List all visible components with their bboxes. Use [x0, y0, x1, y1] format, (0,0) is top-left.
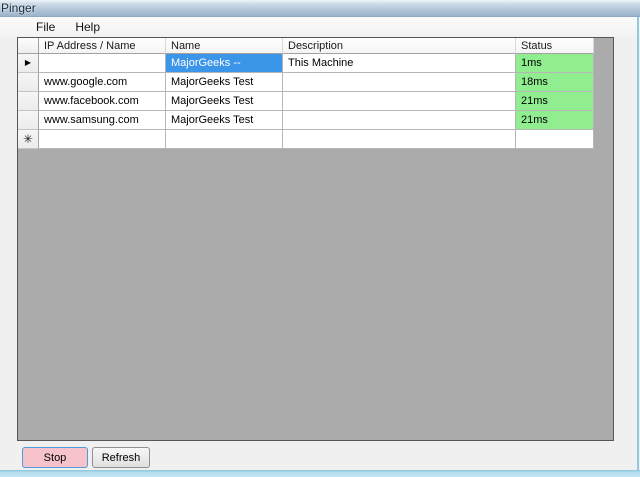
row-header-cell[interactable] — [18, 73, 39, 92]
cell-description[interactable] — [283, 130, 516, 149]
window-border-bottom — [0, 470, 640, 477]
cell-ip-address[interactable]: www.google.com — [39, 73, 166, 92]
cell-description[interactable] — [283, 111, 516, 130]
row-header-cell[interactable]: ✳ — [18, 130, 39, 149]
window-title: Pinger — [1, 1, 36, 15]
menubar: File Help — [0, 17, 640, 37]
table-row[interactable]: www.samsung.com MajorGeeks Test 21ms — [18, 111, 613, 130]
cell-name[interactable]: MajorGeeks Test — [166, 92, 283, 111]
table-row[interactable]: www.facebook.com MajorGeeks Test 21ms — [18, 92, 613, 111]
row-header-cell[interactable]: ▶ — [18, 54, 39, 73]
menu-help[interactable]: Help — [65, 18, 110, 36]
cell-ip-address[interactable] — [39, 130, 166, 149]
cell-ip-address[interactable]: www.samsung.com — [39, 111, 166, 130]
grid-rows: ▶ MajorGeeks -- This Machine 1ms www.goo… — [18, 54, 613, 149]
grid-header-row: IP Address / Name Name Description Statu… — [18, 38, 613, 54]
pinger-window: Pinger File Help IP Address / Name Name … — [0, 0, 640, 477]
table-row[interactable]: ▶ MajorGeeks -- This Machine 1ms — [18, 54, 613, 73]
cell-status: 1ms — [516, 54, 594, 73]
column-header-name[interactable]: Name — [166, 38, 283, 54]
stop-button[interactable]: Stop — [22, 447, 88, 468]
grid-corner-cell[interactable] — [18, 38, 39, 54]
cell-status: 21ms — [516, 111, 594, 130]
cell-ip-address[interactable]: www.facebook.com — [39, 92, 166, 111]
cell-description[interactable]: This Machine — [283, 54, 516, 73]
table-row[interactable]: www.google.com MajorGeeks Test 18ms — [18, 73, 613, 92]
window-border-right — [637, 17, 639, 470]
cell-status — [516, 130, 594, 149]
table-row[interactable]: ✳ — [18, 130, 613, 149]
current-row-marker-icon: ▶ — [24, 58, 32, 67]
cell-ip-address[interactable] — [39, 54, 166, 73]
cell-status: 18ms — [516, 73, 594, 92]
ping-grid: IP Address / Name Name Description Statu… — [17, 37, 614, 441]
column-header-ip[interactable]: IP Address / Name — [39, 38, 166, 54]
row-header-cell[interactable] — [18, 111, 39, 130]
cell-description[interactable] — [283, 73, 516, 92]
cell-status: 21ms — [516, 92, 594, 111]
menu-file[interactable]: File — [26, 18, 65, 36]
refresh-button[interactable]: Refresh — [92, 447, 150, 468]
cell-name[interactable]: MajorGeeks Test — [166, 73, 283, 92]
cell-name[interactable] — [166, 130, 283, 149]
cell-description[interactable] — [283, 92, 516, 111]
row-header-cell[interactable] — [18, 92, 39, 111]
titlebar[interactable]: Pinger — [0, 0, 640, 17]
cell-name[interactable]: MajorGeeks Test — [166, 111, 283, 130]
cell-name[interactable]: MajorGeeks -- — [166, 54, 283, 73]
new-row-marker-icon: ✳ — [22, 132, 34, 146]
column-header-description[interactable]: Description — [283, 38, 516, 54]
column-header-status[interactable]: Status — [516, 38, 594, 54]
